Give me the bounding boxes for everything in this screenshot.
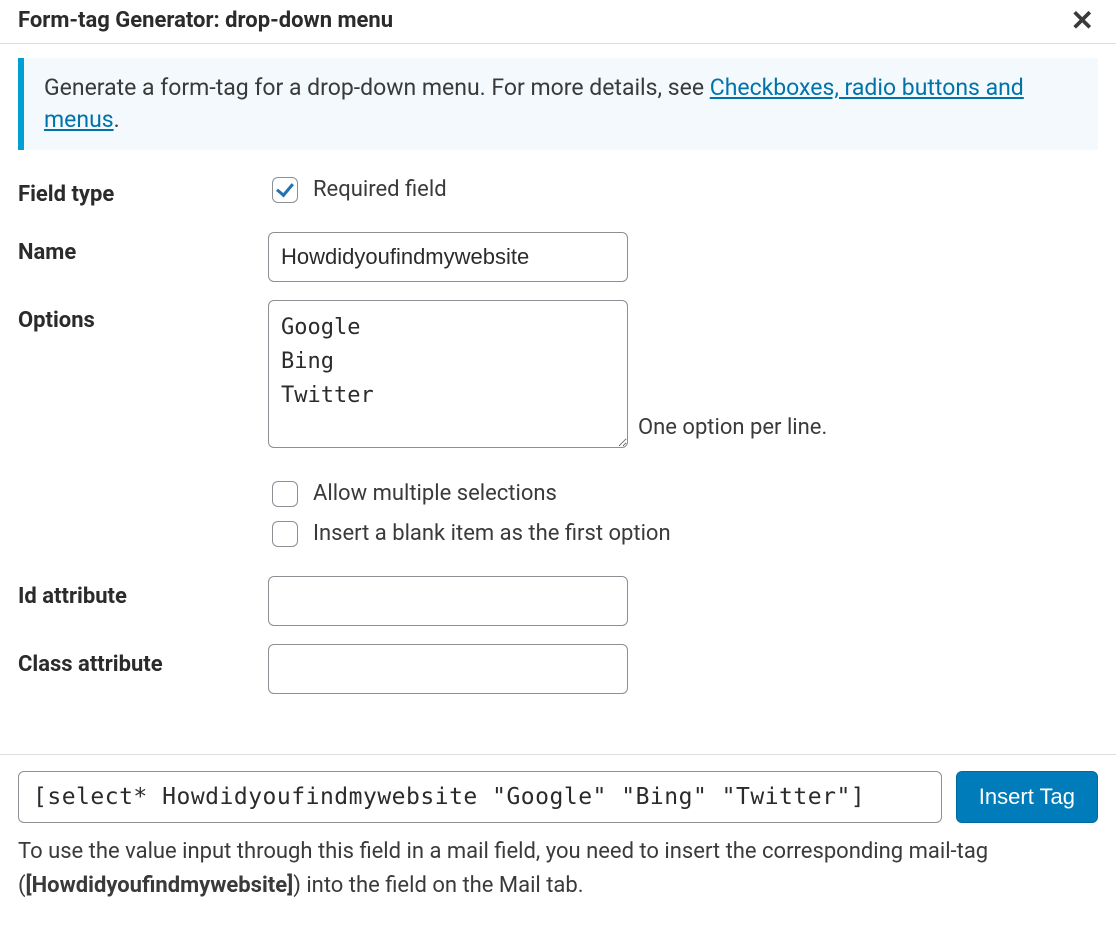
class-attr-input[interactable] bbox=[268, 644, 628, 694]
row-field-type: Field type Required field bbox=[18, 174, 1098, 214]
id-attr-input[interactable] bbox=[268, 576, 628, 626]
blank-item-line[interactable]: Insert a blank item as the first option bbox=[268, 518, 1098, 550]
required-checkbox[interactable] bbox=[272, 177, 298, 203]
info-text-suffix: . bbox=[114, 106, 120, 133]
blank-checkbox[interactable] bbox=[272, 521, 298, 547]
dialog-footer: Insert Tag To use the value input throug… bbox=[0, 754, 1116, 909]
required-field-line[interactable]: Required field bbox=[268, 174, 1098, 206]
label-field-type: Field type bbox=[18, 174, 268, 211]
blank-label: Insert a blank item as the first option bbox=[313, 519, 671, 550]
row-id-attr: Id attribute bbox=[18, 576, 1098, 626]
label-name: Name bbox=[18, 232, 268, 269]
generated-tag-input[interactable] bbox=[18, 771, 942, 823]
close-icon[interactable]: ✕ bbox=[1065, 7, 1100, 35]
info-box: Generate a form-tag for a drop-down menu… bbox=[18, 58, 1098, 150]
name-input[interactable] bbox=[268, 232, 628, 282]
row-class-attr: Class attribute bbox=[18, 644, 1098, 694]
dialog-title: Form-tag Generator: drop-down menu bbox=[18, 6, 393, 37]
generated-row: Insert Tag bbox=[18, 771, 1098, 823]
label-options: Options bbox=[18, 300, 268, 337]
options-hint: One option per line. bbox=[638, 413, 827, 448]
label-class-attr: Class attribute bbox=[18, 644, 268, 681]
footer-note-mailtag: [Howdidyoufindmywebsite] bbox=[26, 873, 294, 898]
form-area: Field type Required field Name Options O… bbox=[0, 174, 1116, 694]
footer-note-suffix: ) into the field on the Mail tab. bbox=[293, 873, 583, 898]
options-textarea[interactable] bbox=[268, 300, 628, 448]
row-name: Name bbox=[18, 232, 1098, 282]
insert-tag-button[interactable]: Insert Tag bbox=[956, 771, 1098, 823]
label-id-attr: Id attribute bbox=[18, 576, 268, 613]
footer-note: To use the value input through this fiel… bbox=[18, 835, 1098, 903]
dialog-header: Form-tag Generator: drop-down menu ✕ bbox=[0, 0, 1116, 44]
required-label: Required field bbox=[313, 175, 447, 206]
info-text-prefix: Generate a form-tag for a drop-down menu… bbox=[44, 74, 710, 101]
multiple-label: Allow multiple selections bbox=[313, 479, 557, 510]
row-options: Options One option per line. Allow multi… bbox=[18, 300, 1098, 558]
form-tag-generator-dialog: Form-tag Generator: drop-down menu ✕ Gen… bbox=[0, 0, 1116, 940]
multiple-checkbox[interactable] bbox=[272, 481, 298, 507]
multiple-selections-line[interactable]: Allow multiple selections bbox=[268, 478, 1098, 510]
